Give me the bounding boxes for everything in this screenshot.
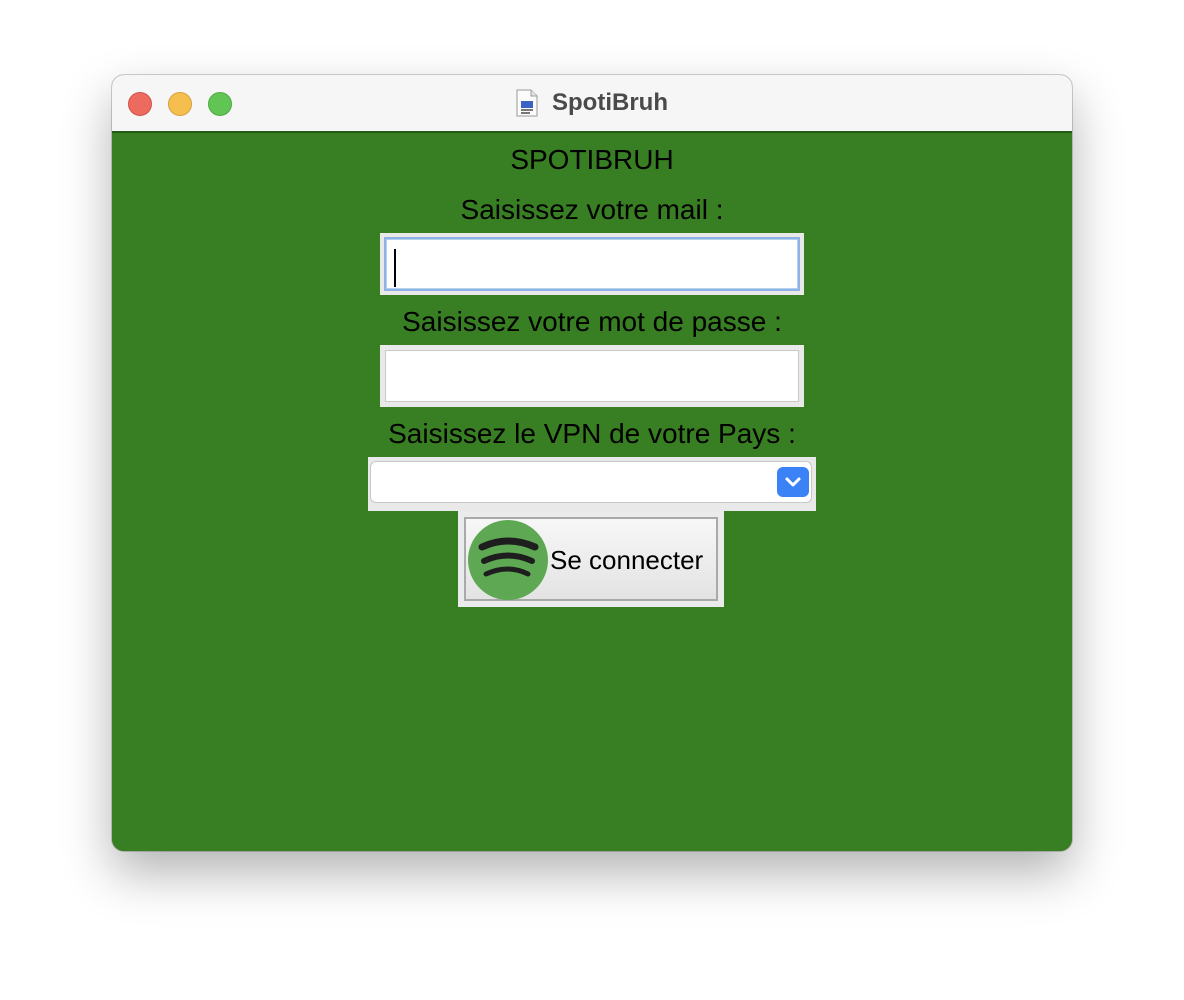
- email-input[interactable]: [384, 237, 800, 291]
- document-icon: [516, 89, 538, 117]
- connect-button-frame: Se connecter: [458, 511, 724, 607]
- app-window: SpotiBruh SPOTIBRUH Saisissez votre mail…: [112, 75, 1072, 851]
- chevron-down-icon[interactable]: [777, 467, 809, 497]
- vpn-select-frame: [368, 457, 816, 511]
- login-panel: SPOTIBRUH Saisissez votre mail : Saisiss…: [112, 133, 1072, 851]
- title-bar[interactable]: SpotiBruh: [112, 75, 1072, 133]
- connect-button[interactable]: Se connecter: [464, 517, 718, 601]
- vpn-label: Saisissez le VPN de votre Pays :: [388, 418, 796, 449]
- spotify-logo-icon: [467, 519, 549, 601]
- window-title: SpotiBruh: [552, 89, 668, 116]
- email-field-frame: [380, 233, 804, 295]
- text-caret: [394, 249, 396, 287]
- password-input[interactable]: [385, 350, 799, 402]
- window-title-group: SpotiBruh: [112, 75, 1072, 131]
- connect-button-label: Se connecter: [550, 545, 704, 575]
- email-label: Saisissez votre mail :: [460, 194, 724, 225]
- vpn-select[interactable]: [370, 461, 812, 503]
- app-heading: SPOTIBRUH: [510, 144, 674, 175]
- password-field-frame: [380, 345, 804, 407]
- password-label: Saisissez votre mot de passe :: [402, 306, 782, 337]
